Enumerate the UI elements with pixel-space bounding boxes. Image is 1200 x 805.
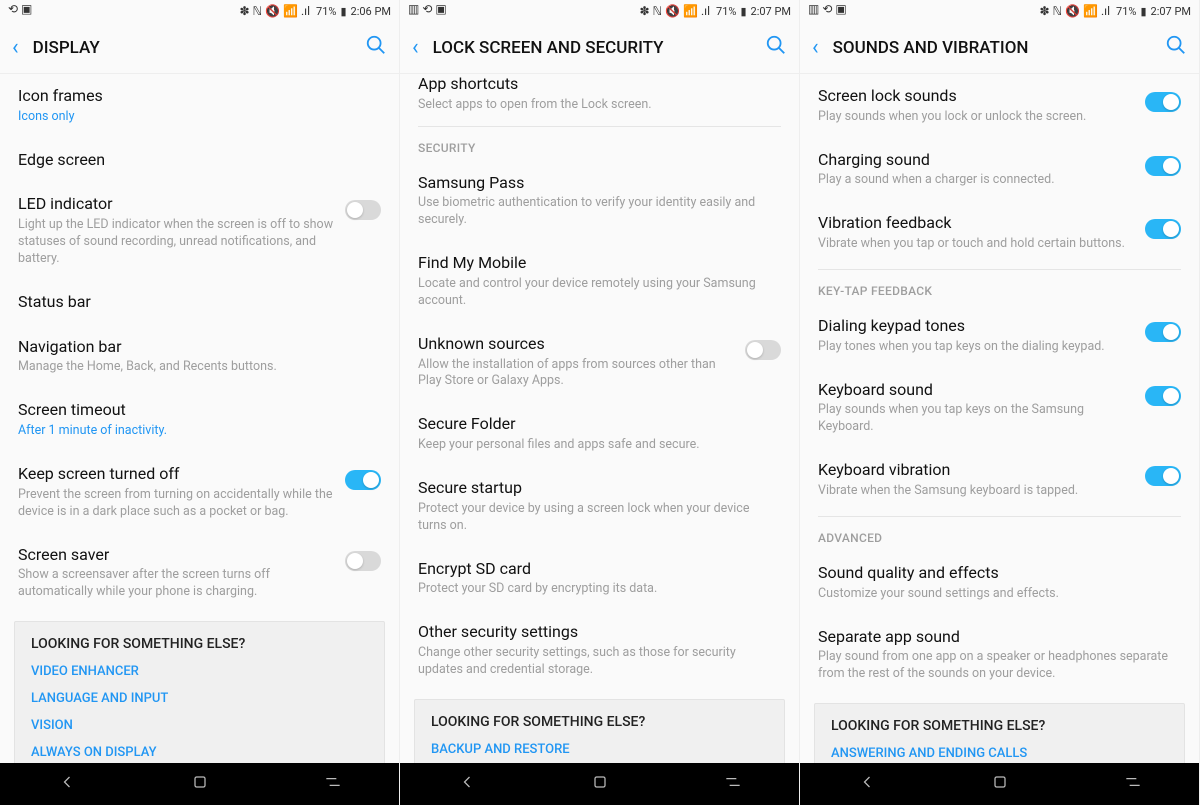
search-icon[interactable] bbox=[365, 34, 387, 61]
battery-icon: ▮ bbox=[1140, 5, 1146, 18]
settings-list[interactable]: Icon framesIcons only Edge screen LED in… bbox=[0, 74, 399, 763]
keyboard-vibration-toggle[interactable] bbox=[1145, 466, 1181, 486]
nav-recents-icon[interactable] bbox=[723, 772, 743, 796]
setting-secure-folder[interactable]: Secure FolderKeep your personal files an… bbox=[400, 402, 799, 466]
footer-link-aod[interactable]: ALWAYS ON DISPLAY bbox=[31, 745, 368, 760]
setting-screen-saver[interactable]: Screen saverShow a screensaver after the… bbox=[0, 533, 399, 614]
setting-led-indicator[interactable]: LED indicatorLight up the LED indicator … bbox=[0, 182, 399, 279]
android-nav-bar bbox=[0, 763, 399, 805]
nav-home-icon[interactable] bbox=[990, 772, 1010, 796]
status-battery: 71% bbox=[316, 5, 336, 18]
nav-home-icon[interactable] bbox=[590, 772, 610, 796]
footer-link-vision[interactable]: VISION bbox=[31, 718, 368, 733]
app-bar: ‹ LOCK SCREEN AND SECURITY bbox=[400, 22, 799, 74]
setting-samsung-pass[interactable]: Samsung PassUse biometric authentication… bbox=[400, 161, 799, 242]
status-bar: ⟲ ▣ ✽ ℕ 🔇 📶 .ıl 71% ▮ 2:06 PM bbox=[0, 0, 399, 22]
status-time: 2:07 PM bbox=[751, 5, 791, 18]
footer-card: LOOKING FOR SOMETHING ELSE? ANSWERING AN… bbox=[814, 703, 1185, 763]
status-battery: 71% bbox=[1116, 5, 1136, 18]
back-button[interactable]: ‹ bbox=[812, 35, 819, 60]
battery-icon: ▮ bbox=[340, 5, 346, 18]
page-title: DISPLAY bbox=[33, 38, 365, 58]
nav-recents-icon[interactable] bbox=[1123, 772, 1143, 796]
footer-title: LOOKING FOR SOMETHING ELSE? bbox=[831, 718, 1168, 734]
setting-keyboard-vibration[interactable]: Keyboard vibrationVibrate when the Samsu… bbox=[800, 448, 1199, 512]
setting-other-security[interactable]: Other security settingsChange other secu… bbox=[400, 610, 799, 691]
setting-secure-startup[interactable]: Secure startupProtect your device by usi… bbox=[400, 466, 799, 547]
status-left-icons: ⟲ ▣ bbox=[8, 2, 32, 16]
phone-screen-sounds: ▥ ⟲ ▣ ✽ ℕ 🔇 📶 .ıl 71% ▮ 2:07 PM ‹ SOUNDS… bbox=[800, 0, 1200, 805]
footer-title: LOOKING FOR SOMETHING ELSE? bbox=[31, 636, 368, 652]
status-right-icons: ✽ ℕ 🔇 📶 .ıl bbox=[640, 4, 711, 18]
footer-card: LOOKING FOR SOMETHING ELSE? BACKUP AND R… bbox=[414, 699, 785, 763]
phone-screen-display: ⟲ ▣ ✽ ℕ 🔇 📶 .ıl 71% ▮ 2:06 PM ‹ DISPLAY … bbox=[0, 0, 400, 805]
phone-screen-security: ▥ ⟲ ▣ ✽ ℕ 🔇 📶 .ıl 71% ▮ 2:07 PM ‹ LOCK S… bbox=[400, 0, 800, 805]
setting-find-my-mobile[interactable]: Find My MobileLocate and control your de… bbox=[400, 241, 799, 322]
battery-icon: ▮ bbox=[740, 5, 746, 18]
status-bar: ▥ ⟲ ▣ ✽ ℕ 🔇 📶 .ıl 71% ▮ 2:07 PM bbox=[400, 0, 799, 22]
status-bar: ▥ ⟲ ▣ ✽ ℕ 🔇 📶 .ıl 71% ▮ 2:07 PM bbox=[800, 0, 1199, 22]
setting-unknown-sources[interactable]: Unknown sourcesAllow the installation of… bbox=[400, 322, 799, 403]
screen-lock-sounds-toggle[interactable] bbox=[1145, 92, 1181, 112]
charging-sound-toggle[interactable] bbox=[1145, 156, 1181, 176]
back-button[interactable]: ‹ bbox=[12, 35, 19, 60]
footer-link-video-enhancer[interactable]: VIDEO ENHANCER bbox=[31, 664, 368, 679]
keyboard-sound-toggle[interactable] bbox=[1145, 386, 1181, 406]
setting-charging-sound[interactable]: Charging soundPlay a sound when a charge… bbox=[800, 138, 1199, 202]
setting-status-bar[interactable]: Status bar bbox=[0, 280, 399, 325]
footer-title: LOOKING FOR SOMETHING ELSE? bbox=[431, 714, 768, 730]
section-security: SECURITY bbox=[400, 127, 799, 161]
settings-list[interactable]: App shortcuts Select apps to open from t… bbox=[400, 74, 799, 763]
setting-sound-quality[interactable]: Sound quality and effectsCustomize your … bbox=[800, 551, 1199, 615]
section-key-tap: KEY-TAP FEEDBACK bbox=[800, 270, 1199, 304]
screen-saver-toggle[interactable] bbox=[345, 551, 381, 571]
status-right-icons: ✽ ℕ 🔇 📶 .ıl bbox=[1040, 4, 1111, 18]
status-time: 2:07 PM bbox=[1151, 5, 1191, 18]
vibration-feedback-toggle[interactable] bbox=[1145, 219, 1181, 239]
nav-back-icon[interactable] bbox=[857, 772, 877, 796]
footer-card: LOOKING FOR SOMETHING ELSE? VIDEO ENHANC… bbox=[14, 621, 385, 763]
setting-screen-lock-sounds[interactable]: Screen lock soundsPlay sounds when you l… bbox=[800, 74, 1199, 138]
unknown-sources-toggle[interactable] bbox=[745, 340, 781, 360]
nav-back-icon[interactable] bbox=[57, 772, 77, 796]
setting-dialing-tones[interactable]: Dialing keypad tonesPlay tones when you … bbox=[800, 304, 1199, 368]
nav-home-icon[interactable] bbox=[190, 772, 210, 796]
android-nav-bar bbox=[800, 763, 1199, 805]
nav-recents-icon[interactable] bbox=[323, 772, 343, 796]
back-button[interactable]: ‹ bbox=[412, 35, 419, 60]
setting-keyboard-sound[interactable]: Keyboard soundPlay sounds when you tap k… bbox=[800, 368, 1199, 449]
search-icon[interactable] bbox=[765, 34, 787, 61]
setting-navigation-bar[interactable]: Navigation barManage the Home, Back, and… bbox=[0, 325, 399, 389]
setting-encrypt-sd[interactable]: Encrypt SD cardProtect your SD card by e… bbox=[400, 547, 799, 611]
footer-link-language-input[interactable]: LANGUAGE AND INPUT bbox=[31, 691, 368, 706]
page-title: LOCK SCREEN AND SECURITY bbox=[433, 38, 765, 58]
led-indicator-toggle[interactable] bbox=[345, 200, 381, 220]
app-bar: ‹ DISPLAY bbox=[0, 22, 399, 74]
nav-back-icon[interactable] bbox=[457, 772, 477, 796]
app-bar: ‹ SOUNDS AND VIBRATION bbox=[800, 22, 1199, 74]
setting-keep-screen-off[interactable]: Keep screen turned offPrevent the screen… bbox=[0, 452, 399, 533]
status-left-icons: ▥ ⟲ ▣ bbox=[408, 2, 447, 16]
setting-icon-frames[interactable]: Icon framesIcons only bbox=[0, 74, 399, 138]
setting-separate-app-sound[interactable]: Separate app soundPlay sound from one ap… bbox=[800, 615, 1199, 696]
keep-screen-off-toggle[interactable] bbox=[345, 470, 381, 490]
section-advanced: ADVANCED bbox=[800, 517, 1199, 551]
status-right-icons: ✽ ℕ 🔇 📶 .ıl bbox=[240, 4, 311, 18]
status-left-icons: ▥ ⟲ ▣ bbox=[808, 2, 847, 16]
dialing-tones-toggle[interactable] bbox=[1145, 322, 1181, 342]
android-nav-bar bbox=[400, 763, 799, 805]
setting-vibration-feedback[interactable]: Vibration feedbackVibrate when you tap o… bbox=[800, 201, 1199, 265]
settings-list[interactable]: Screen lock soundsPlay sounds when you l… bbox=[800, 74, 1199, 763]
footer-link-answering-calls[interactable]: ANSWERING AND ENDING CALLS bbox=[831, 746, 1168, 761]
search-icon[interactable] bbox=[1165, 34, 1187, 61]
footer-link-backup-restore[interactable]: BACKUP AND RESTORE bbox=[431, 742, 768, 757]
setting-screen-timeout[interactable]: Screen timeoutAfter 1 minute of inactivi… bbox=[0, 388, 399, 452]
status-time: 2:06 PM bbox=[351, 5, 391, 18]
setting-app-shortcuts[interactable]: App shortcuts Select apps to open from t… bbox=[400, 74, 799, 122]
page-title: SOUNDS AND VIBRATION bbox=[833, 38, 1165, 58]
setting-edge-screen[interactable]: Edge screen bbox=[0, 138, 399, 183]
status-battery: 71% bbox=[716, 5, 736, 18]
